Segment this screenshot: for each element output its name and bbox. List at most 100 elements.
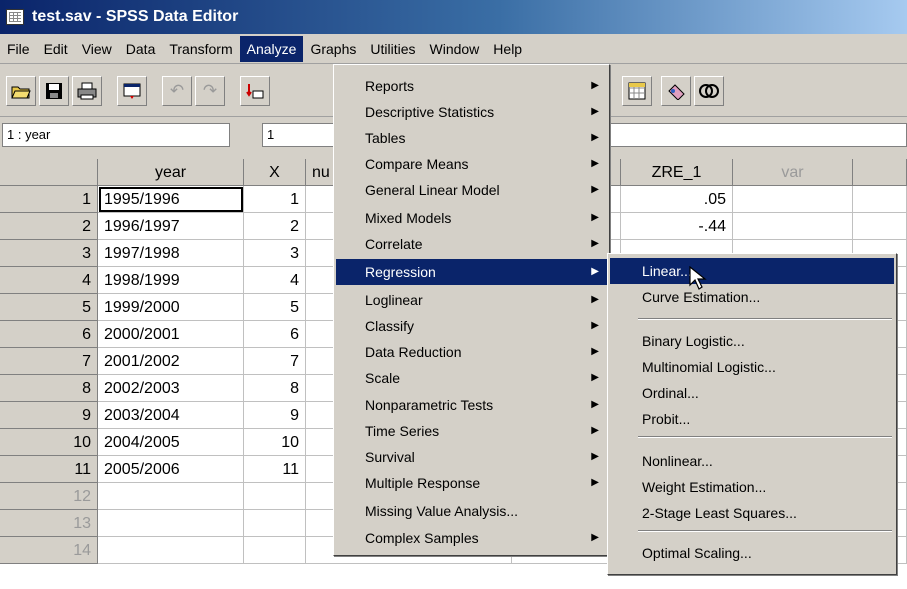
cell-year[interactable] — [98, 483, 244, 510]
regression-menu-item-curve-estimation[interactable]: Curve Estimation... — [610, 284, 894, 310]
row-number[interactable]: 6 — [0, 321, 98, 348]
row-number[interactable]: 13 — [0, 510, 98, 537]
column-header-zre-1[interactable]: ZRE_1 — [621, 159, 733, 186]
cell-year[interactable]: 2005/2006 — [98, 456, 244, 483]
analyze-menu-item-regression[interactable]: Regression ▶ — [336, 259, 607, 285]
cell-year[interactable]: 2000/2001 — [98, 321, 244, 348]
row-number[interactable]: 12 — [0, 483, 98, 510]
column-header-year[interactable]: year — [98, 159, 244, 186]
cell-x[interactable]: 3 — [244, 240, 306, 267]
analyze-menu-item-scale[interactable]: Scale ▶ — [336, 365, 607, 391]
regression-menu-item-weight-estimation[interactable]: Weight Estimation... — [610, 474, 894, 500]
cell-year[interactable]: 2001/2002 — [98, 348, 244, 375]
row-number[interactable]: 4 — [0, 267, 98, 294]
cell-year[interactable]: 1997/1998 — [98, 240, 244, 267]
analyze-menu-item-tables[interactable]: Tables ▶ — [336, 125, 607, 151]
cell-year[interactable]: 1998/1999 — [98, 267, 244, 294]
redo-icon[interactable]: ↷ — [195, 75, 225, 106]
regression-menu-item-linear[interactable]: Linear... — [610, 258, 894, 284]
analyze-menu-item-complex-samples[interactable]: Complex Samples ▶ — [336, 525, 607, 551]
cell-year[interactable]: 2004/2005 — [98, 429, 244, 456]
regression-menu-item-ordinal[interactable]: Ordinal... — [610, 380, 894, 406]
use-sets-icon[interactable] — [661, 76, 691, 106]
analyze-menu-item-mixed-models[interactable]: Mixed Models ▶ — [336, 205, 607, 231]
analyze-menu-item-correlate[interactable]: Correlate ▶ — [336, 231, 607, 257]
print-icon[interactable] — [72, 75, 102, 106]
cell-x[interactable] — [244, 483, 306, 510]
row-number[interactable]: 8 — [0, 375, 98, 402]
analyze-menu-item-time-series[interactable]: Time Series ▶ — [336, 418, 607, 444]
column-header-x[interactable]: X — [244, 159, 306, 186]
menu-data[interactable]: Data — [119, 36, 163, 62]
analyze-menu-item-loglinear[interactable]: Loglinear ▶ — [336, 287, 607, 313]
menu-file[interactable]: File — [0, 36, 37, 62]
row-number[interactable]: 14 — [0, 537, 98, 564]
row-number[interactable]: 9 — [0, 402, 98, 429]
dialog-recall-icon[interactable] — [117, 75, 147, 106]
cell-zre-1[interactable]: -.44 — [621, 213, 733, 240]
cell-x[interactable]: 10 — [244, 429, 306, 456]
analyze-menu-item-missing-value-analysis[interactable]: Missing Value Analysis... — [336, 498, 607, 524]
cell-x[interactable]: 11 — [244, 456, 306, 483]
corner-cell[interactable] — [0, 159, 98, 186]
analyze-menu-item-descriptive-statistics[interactable]: Descriptive Statistics ▶ — [336, 99, 607, 125]
cell-year[interactable]: 2003/2004 — [98, 402, 244, 429]
cell-year[interactable] — [98, 537, 244, 564]
cell-x[interactable]: 2 — [244, 213, 306, 240]
split-file-icon[interactable] — [622, 76, 652, 106]
menu-view[interactable]: View — [75, 36, 119, 62]
menu-window[interactable]: Window — [423, 36, 487, 62]
cell-x[interactable]: 8 — [244, 375, 306, 402]
cell-extra[interactable] — [853, 213, 907, 240]
cell-x[interactable]: 1 — [244, 186, 306, 213]
goto-case-icon[interactable] — [240, 75, 270, 106]
analyze-menu-item-general-linear-model[interactable]: General Linear Model ▶ — [336, 177, 607, 203]
cell-zre-1[interactable]: .05 — [621, 186, 733, 213]
cell-x[interactable]: 6 — [244, 321, 306, 348]
menu-help[interactable]: Help — [486, 36, 529, 62]
cell-year[interactable]: 1995/1996 — [98, 186, 244, 213]
analyze-menu-item-data-reduction[interactable]: Data Reduction ▶ — [336, 339, 607, 365]
analyze-menu-item-reports[interactable]: Reports ▶ — [336, 73, 607, 99]
cell-x[interactable]: 5 — [244, 294, 306, 321]
menu-graphs[interactable]: Graphs — [303, 36, 363, 62]
column-header-extra[interactable] — [853, 159, 907, 186]
regression-menu-item-nonlinear[interactable]: Nonlinear... — [610, 448, 894, 474]
row-number[interactable]: 2 — [0, 213, 98, 240]
analyze-menu-item-compare-means[interactable]: Compare Means ▶ — [336, 151, 607, 177]
row-number[interactable]: 1 — [0, 186, 98, 213]
menu-edit[interactable]: Edit — [37, 36, 75, 62]
regression-menu-item-probit[interactable]: Probit... — [610, 406, 894, 432]
analyze-menu-item-multiple-response[interactable]: Multiple Response ▶ — [336, 470, 607, 496]
row-number[interactable]: 11 — [0, 456, 98, 483]
row-number[interactable]: 5 — [0, 294, 98, 321]
analyze-menu-item-nonparametric-tests[interactable]: Nonparametric Tests ▶ — [336, 392, 607, 418]
cell-var[interactable] — [733, 186, 853, 213]
regression-menu-item-binary-logistic[interactable]: Binary Logistic... — [610, 328, 894, 354]
regression-menu-item-2-stage-least-squares[interactable]: 2-Stage Least Squares... — [610, 500, 894, 526]
save-icon[interactable] — [39, 75, 69, 106]
cell-year[interactable]: 1996/1997 — [98, 213, 244, 240]
menu-utilities[interactable]: Utilities — [363, 36, 422, 62]
undo-icon[interactable]: ↶ — [162, 75, 192, 106]
row-number[interactable]: 7 — [0, 348, 98, 375]
cell-x[interactable] — [244, 510, 306, 537]
analyze-menu-item-survival[interactable]: Survival ▶ — [336, 444, 607, 470]
cell-var[interactable] — [733, 213, 853, 240]
analyze-menu-item-classify[interactable]: Classify ▶ — [336, 313, 607, 339]
cell-x[interactable] — [244, 537, 306, 564]
row-number[interactable]: 3 — [0, 240, 98, 267]
menu-analyze[interactable]: Analyze — [239, 35, 304, 62]
open-folder-icon[interactable] — [6, 75, 36, 106]
regression-menu-item-multinomial-logistic[interactable]: Multinomial Logistic... — [610, 354, 894, 380]
cell-x[interactable]: 9 — [244, 402, 306, 429]
show-all-variables-icon[interactable] — [694, 76, 724, 106]
menu-transform[interactable]: Transform — [162, 36, 239, 62]
row-number[interactable]: 10 — [0, 429, 98, 456]
cell-year[interactable]: 2002/2003 — [98, 375, 244, 402]
cell-year[interactable] — [98, 510, 244, 537]
cell-x[interactable]: 7 — [244, 348, 306, 375]
cell-year[interactable]: 1999/2000 — [98, 294, 244, 321]
cell-x[interactable]: 4 — [244, 267, 306, 294]
regression-menu-item-optimal-scaling[interactable]: Optimal Scaling... — [610, 540, 894, 566]
